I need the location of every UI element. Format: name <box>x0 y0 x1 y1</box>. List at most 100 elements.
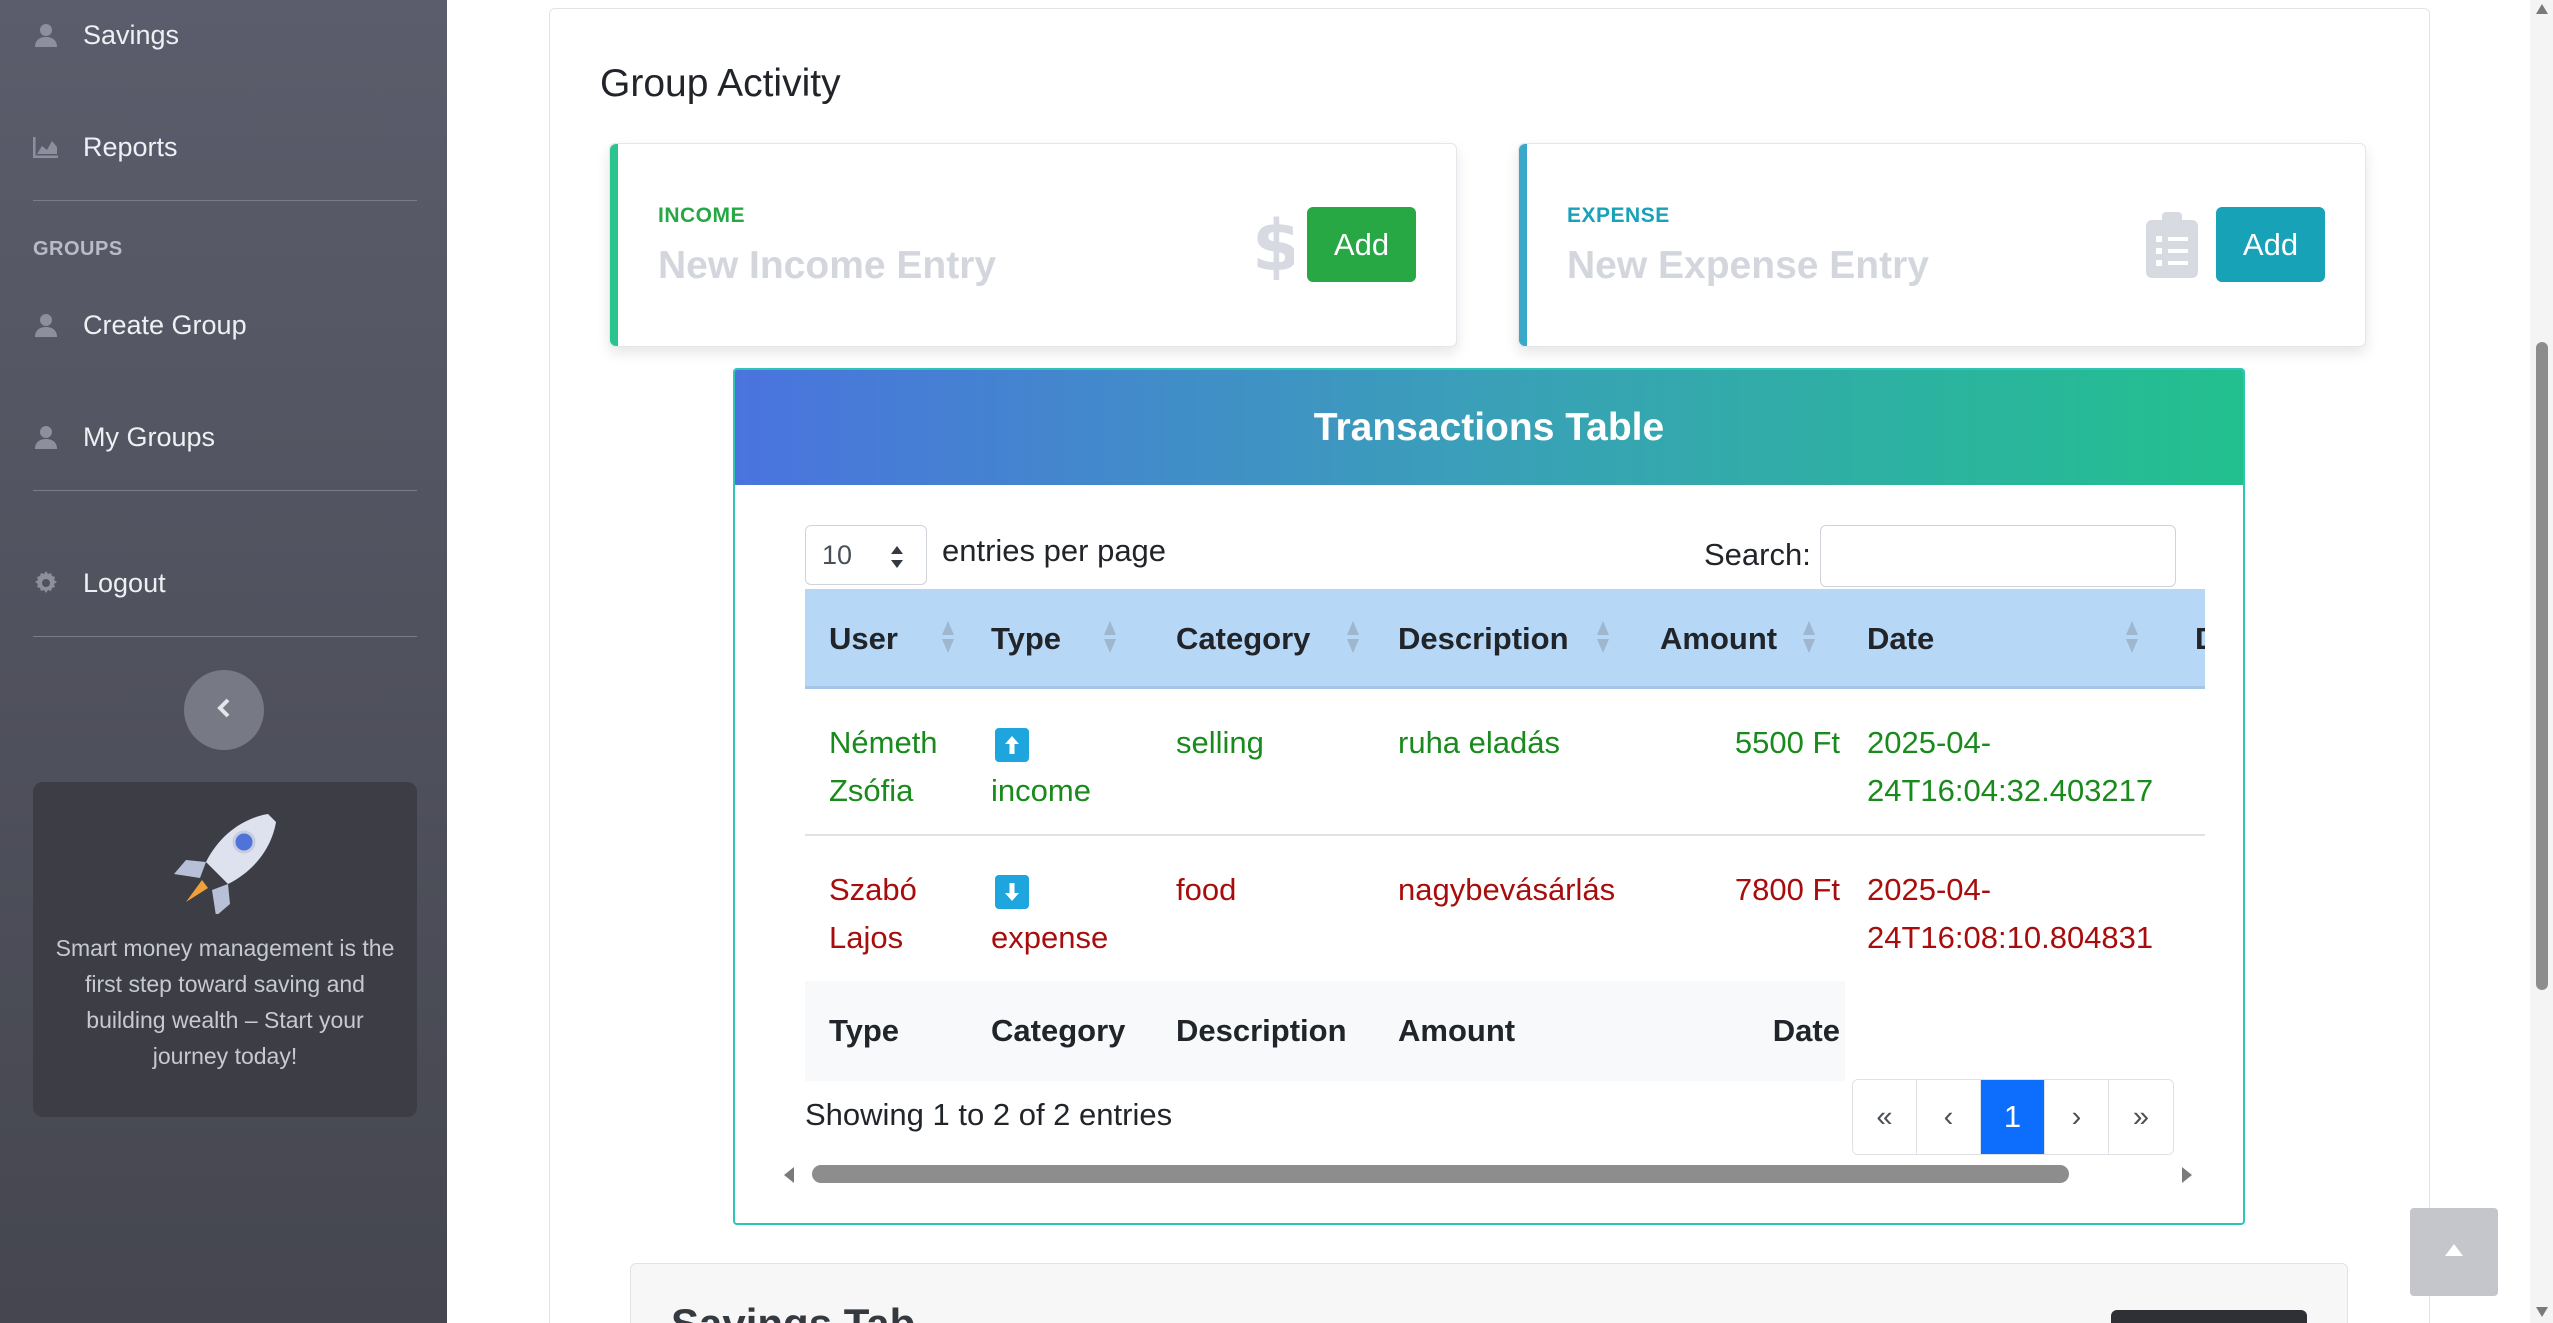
table-row: Németh Zsófia income selling ruha eladás… <box>805 689 2205 836</box>
page-number-button[interactable]: 1 <box>1981 1080 2045 1154</box>
user-icon <box>33 424 59 450</box>
sort-icon <box>1802 621 1816 661</box>
page-scrollbar[interactable] <box>2530 0 2553 1323</box>
sidebar-promo-text: Smart money management is the first step… <box>55 935 395 1069</box>
user-last-name: Zsófia <box>829 773 914 808</box>
type-label: income <box>991 773 1091 808</box>
pagination: « ‹ 1 › » <box>1852 1079 2174 1155</box>
column-header-truncated[interactable]: D <box>2195 589 2205 689</box>
cell-date: 2025-04- 24T16:04:32.403217 <box>1867 719 2153 815</box>
sidebar-item-my-groups[interactable]: My Groups <box>33 412 215 462</box>
page-scroll-thumb[interactable] <box>2536 342 2548 990</box>
sidebar-item-label: Reports <box>83 131 178 162</box>
column-header-type[interactable]: Type <box>991 589 1161 689</box>
savings-tab-title: Savings Tab <box>671 1300 915 1323</box>
clipboard-list-icon <box>2146 212 2198 283</box>
sort-icon <box>2125 621 2139 661</box>
footer-column-type: Type <box>829 1013 900 1048</box>
expense-entry-card: EXPENSE New Expense Entry Add <box>1518 143 2366 347</box>
income-label: INCOME <box>658 204 745 227</box>
column-header-label: Amount <box>1660 621 1778 656</box>
sidebar-item-label: Savings <box>83 19 180 50</box>
scroll-left-icon[interactable] <box>782 1166 796 1189</box>
date-line: 2025-04- <box>1867 872 1992 907</box>
page-title: Group Activity <box>600 62 841 105</box>
sidebar-item-label: My Groups <box>83 421 216 452</box>
sidebar-item-create-group[interactable]: Create Group <box>33 300 247 350</box>
page-next-button[interactable]: › <box>2045 1080 2109 1154</box>
column-header-amount[interactable]: Amount <box>1660 589 1840 689</box>
savings-tab-button[interactable] <box>2111 1310 2307 1323</box>
user-first-name: Németh <box>829 725 938 760</box>
sidebar-collapse-button[interactable] <box>184 670 264 750</box>
search-label: Search: <box>1704 537 1811 572</box>
sidebar-divider <box>33 490 417 491</box>
transactions-table: User Type Category Description Amount Da… <box>805 589 2205 1109</box>
svg-text:$: $ <box>1252 208 1294 280</box>
footer-column-description: Description <box>1176 1013 1347 1048</box>
column-header-user[interactable]: User <box>829 589 969 689</box>
chevron-left-icon <box>216 698 232 723</box>
chart-area-icon <box>33 134 59 160</box>
sort-icon <box>1103 621 1117 661</box>
sidebar-promo-card: Smart money management is the first step… <box>33 782 417 1117</box>
expense-label: EXPENSE <box>1567 204 1670 227</box>
scroll-down-icon[interactable] <box>2535 1305 2549 1323</box>
cell-category: selling <box>1176 725 1264 760</box>
cell-description: nagybevásárlás <box>1398 872 1616 907</box>
gear-icon <box>33 570 59 596</box>
column-header-label: User <box>829 621 898 656</box>
income-entry-card: INCOME New Income Entry $ Add <box>609 143 1457 347</box>
column-header-label: Date <box>1867 621 1935 656</box>
add-expense-button[interactable]: Add <box>2216 207 2325 282</box>
column-header-label: Category <box>1176 621 1311 656</box>
column-header-description[interactable]: Description <box>1398 589 1618 689</box>
add-income-button[interactable]: Add <box>1307 207 1416 282</box>
user-first-name: Szabó <box>829 872 917 907</box>
column-header-date[interactable]: Date <box>1867 589 2147 689</box>
page-last-button[interactable]: » <box>2109 1080 2173 1154</box>
horizontal-scrollbar[interactable] <box>782 1161 2198 1185</box>
date-line: 2025-04- <box>1867 725 1992 760</box>
cell-category: food <box>1176 872 1237 907</box>
sidebar-item-savings[interactable]: Savings <box>33 10 179 60</box>
column-header-label: Type <box>991 621 1062 656</box>
cell-date: 2025-04- 24T16:08:10.804831 <box>1867 866 2153 962</box>
entries-per-page-value: 10 <box>822 539 853 570</box>
user-icon <box>33 22 59 48</box>
back-to-top-button[interactable] <box>2410 1208 2498 1296</box>
sidebar-item-label: Create Group <box>83 309 247 340</box>
date-line: 24T16:04:32.403217 <box>1867 773 2154 808</box>
sort-icon <box>941 621 955 661</box>
sidebar-divider <box>33 200 417 201</box>
sort-arrows-icon <box>890 544 904 575</box>
sidebar: Savings Reports GROUPS Create Group My G… <box>0 0 447 1323</box>
cell-user: Szabó Lajos <box>829 866 917 962</box>
card-accent <box>1519 144 1527 346</box>
entries-per-page-label: entries per page <box>942 533 1167 568</box>
cell-description: ruha eladás <box>1398 725 1561 760</box>
type-label: expense <box>991 920 1109 955</box>
rocket-icon <box>168 810 280 919</box>
scroll-right-icon[interactable] <box>2180 1166 2194 1189</box>
footer-column-category: Category <box>991 1013 1126 1048</box>
sort-icon <box>1596 621 1610 661</box>
cell-type: expense <box>991 866 1108 962</box>
column-header-category[interactable]: Category <box>1176 589 1376 689</box>
page-prev-button[interactable]: ‹ <box>1917 1080 1981 1154</box>
sidebar-item-logout[interactable]: Logout <box>33 558 166 608</box>
user-icon <box>33 312 59 338</box>
sort-icon <box>1346 621 1360 661</box>
cell-amount: 7800 Ft <box>1734 872 1840 907</box>
arrow-down-icon <box>995 874 1029 909</box>
search-input[interactable] <box>1820 525 2176 587</box>
table-info: Showing 1 to 2 of 2 entries <box>805 1097 1173 1132</box>
transactions-panel: Transactions Table 10 entries per page S… <box>733 368 2245 1225</box>
entries-per-page-select[interactable]: 10 <box>805 525 927 585</box>
income-headline: New Income Entry <box>658 244 997 287</box>
page-first-button[interactable]: « <box>1853 1080 1917 1154</box>
horizontal-scroll-thumb[interactable] <box>812 1165 2069 1183</box>
sidebar-item-reports[interactable]: Reports <box>33 122 178 172</box>
scroll-up-icon[interactable] <box>2535 2 2549 20</box>
user-last-name: Lajos <box>829 920 904 955</box>
